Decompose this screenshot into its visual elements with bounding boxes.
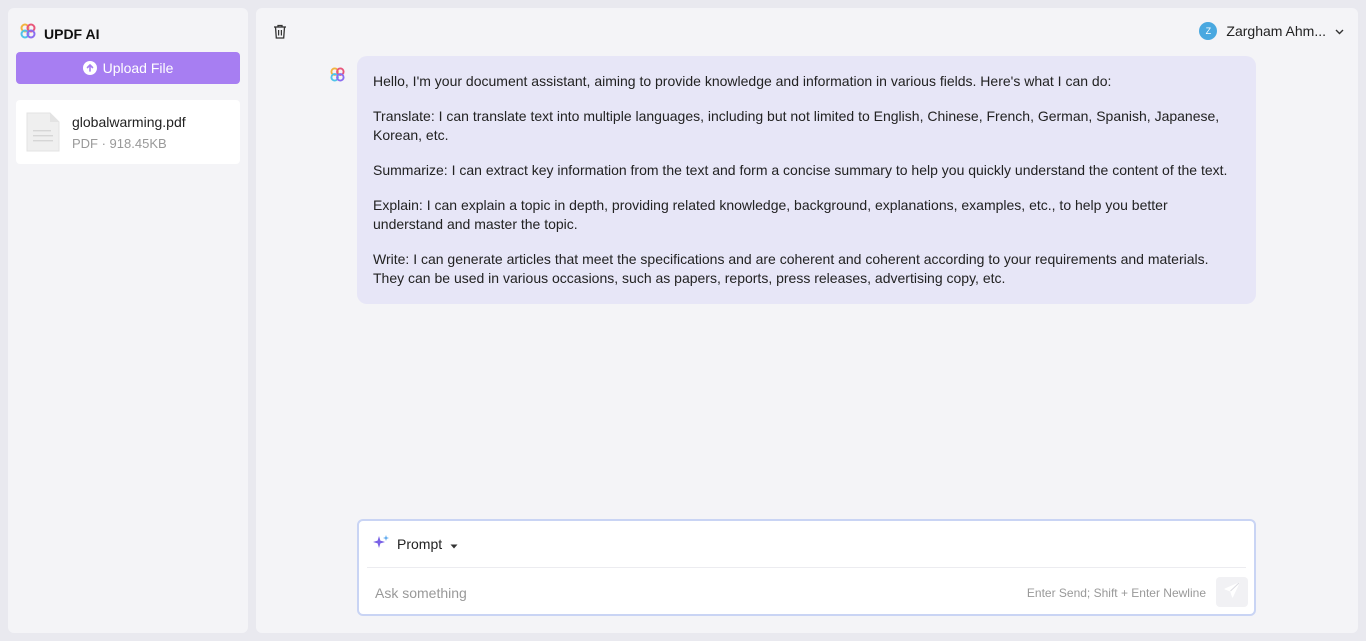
chat-panel: Z Zargham Ahm... Hello, I'm your documen…: [256, 8, 1358, 633]
message-explain: Explain: I can explain a topic in depth,…: [373, 197, 1168, 232]
brand: UPDF AI: [20, 23, 99, 44]
sidebar: UPDF AI Upload File globalwarming.pdf PD…: [8, 8, 248, 633]
prompt-dropdown[interactable]: Prompt: [373, 534, 458, 553]
composer: Prompt Enter Send; Shift + Enter Newline: [357, 519, 1256, 616]
message-write: Write: I can generate articles that meet…: [373, 251, 1209, 286]
user-menu[interactable]: Z Zargham Ahm...: [1199, 22, 1344, 40]
send-button[interactable]: [1216, 577, 1248, 607]
brand-name: UPDF AI: [44, 25, 100, 42]
upload-icon: [82, 61, 97, 75]
assistant-logo-icon: [330, 67, 345, 87]
trash-icon[interactable]: [273, 24, 287, 44]
upload-file-label: Upload File: [102, 60, 174, 76]
send-icon: [1224, 582, 1240, 603]
upload-file-button[interactable]: Upload File: [16, 52, 240, 84]
file-name: globalwarming.pdf: [72, 114, 186, 130]
avatar: Z: [1199, 22, 1218, 40]
updf-logo-icon: [20, 23, 36, 44]
divider: [367, 567, 1246, 568]
assistant-message: Hello, I'm your document assistant, aimi…: [357, 56, 1256, 304]
prompt-label: Prompt: [397, 535, 443, 552]
file-item[interactable]: globalwarming.pdf PDF · 918.45KB: [16, 100, 240, 164]
user-name: Zargham Ahm...: [1226, 23, 1326, 39]
message-translate: Translate: I can translate text into mul…: [373, 108, 1220, 143]
chevron-down-icon: [1335, 22, 1344, 40]
message-intro: Hello, I'm your document assistant, aimi…: [373, 73, 1112, 89]
sparkle-icon: [373, 534, 389, 553]
caret-down-icon: [450, 536, 458, 552]
send-hint: Enter Send; Shift + Enter Newline: [1026, 586, 1206, 600]
file-meta: PDF · 918.45KB: [72, 136, 167, 151]
pdf-file-icon: [26, 112, 60, 157]
message-summarize: Summarize: I can extract key information…: [373, 162, 1228, 178]
ask-input[interactable]: [375, 581, 975, 605]
